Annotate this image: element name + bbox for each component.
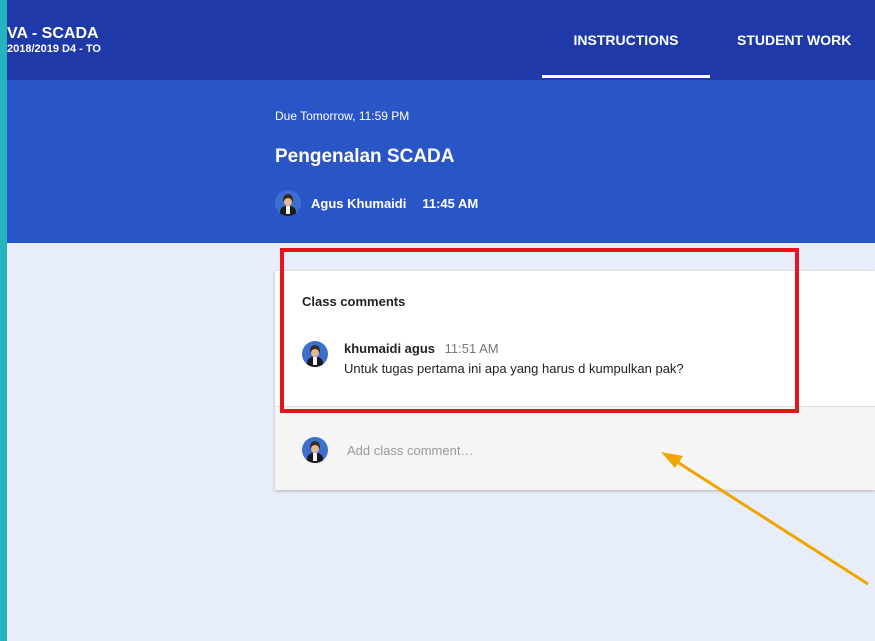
posted-time: 11:45 AM <box>422 195 479 211</box>
comment-meta: khumaidi agus 11:51 AM <box>344 341 684 357</box>
tab-student-work[interactable]: STUDENT WORK <box>719 0 875 80</box>
due-date: Due Tomorrow, 11:59 PM <box>275 109 410 123</box>
top-bar: VA - SCADA 2018/2019 D4 - TO INSTRUCTION… <box>7 0 875 80</box>
class-comments-card: Class comments khumaidi agus 11:51 AM Un… <box>275 271 875 490</box>
current-user-avatar <box>302 437 328 463</box>
tab-instructions[interactable]: INSTRUCTIONS <box>542 0 710 80</box>
author-row: Agus Khumaidi 11:45 AM <box>275 190 479 216</box>
assignment-header: Due Tomorrow, 11:59 PM Pengenalan SCADA … <box>7 80 875 243</box>
author-avatar <box>275 190 301 216</box>
add-comment-area <box>275 406 875 490</box>
add-class-comment-input[interactable] <box>345 435 829 465</box>
class-comments-header: Class comments <box>302 294 406 309</box>
active-tab-indicator <box>542 75 710 78</box>
comment-author: khumaidi agus <box>344 341 436 356</box>
comment-time: 11:51 AM <box>444 341 499 356</box>
comment-text: Untuk tugas pertama ini apa yang harus d… <box>344 361 684 376</box>
class-title[interactable]: VA - SCADA <box>7 25 99 43</box>
commenter-avatar <box>302 341 328 367</box>
comment-item: khumaidi agus 11:51 AM Untuk tugas perta… <box>302 341 684 376</box>
class-section: 2018/2019 D4 - TO <box>7 43 101 55</box>
classroom-app: VA - SCADA 2018/2019 D4 - TO INSTRUCTION… <box>7 0 875 641</box>
comment-body: khumaidi agus 11:51 AM Untuk tugas perta… <box>344 341 684 376</box>
assignment-title: Pengenalan SCADA <box>275 146 455 167</box>
author-name: Agus Khumaidi <box>311 195 407 211</box>
